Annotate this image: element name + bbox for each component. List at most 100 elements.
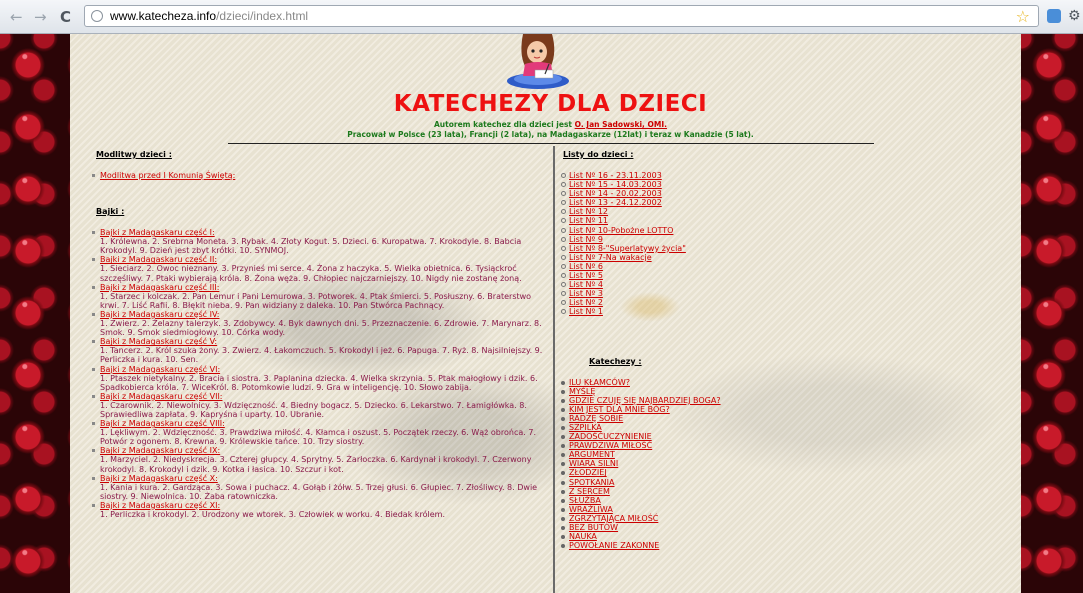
letter-link[interactable]: List Nº 2 xyxy=(569,298,603,307)
address-bar[interactable]: www.katecheza.info/dzieci/index.html ☆ xyxy=(84,5,1039,27)
tale-link[interactable]: Bajki z Madagaskaru część IX: xyxy=(100,446,220,455)
list-item: Z SERCEM xyxy=(561,487,853,496)
letter-link[interactable]: List Nº 13 - 24.12.2002 xyxy=(569,198,662,207)
tale-link[interactable]: Bajki z Madagaskaru część XI: xyxy=(100,501,220,510)
catechesis-link[interactable]: ARGUMENT xyxy=(569,450,615,459)
tale-item: Bajki z Madagaskaru część V: 1. Tancerz. … xyxy=(92,337,548,365)
tale-item: Bajki z Madagaskaru część IX: 1. Marzycie… xyxy=(92,446,548,474)
list-item: List Nº 3 xyxy=(561,289,853,298)
url-text[interactable]: www.katecheza.info/dzieci/index.html xyxy=(110,9,308,23)
tale-link[interactable]: Bajki z Madagaskaru część V: xyxy=(100,337,217,346)
author-prefix: Autorem katechez dla dzieci jest xyxy=(434,120,575,129)
list-item: List Nº 11 xyxy=(561,216,853,225)
letter-link[interactable]: List Nº 14 - 20.02.2003 xyxy=(569,189,662,198)
list-item: WRAŻLIWA xyxy=(561,505,853,514)
back-arrow-icon[interactable]: ← xyxy=(10,9,23,25)
letter-link[interactable]: List Nº 1 xyxy=(569,307,603,316)
page-viewport: KATECHEZY DLA DZIECI Autorem katechez dl… xyxy=(0,34,1083,593)
tale-contents: 1. Sieciarz. 2. Owoc nieznany. 3. Przyni… xyxy=(100,264,522,283)
letters-list: List Nº 16 - 23.11.2003 List Nº 15 - 14.… xyxy=(561,171,853,317)
letter-link[interactable]: List Nº 12 xyxy=(569,207,608,216)
catecheses-list: ILU KŁAMCÓW? MYŚLĘ GDZIE CZUJĘ SIĘ NAJBA… xyxy=(561,378,853,551)
letter-link[interactable]: List Nº 4 xyxy=(569,280,603,289)
letter-link[interactable]: List Nº 8-"Superlatywy życia" xyxy=(569,244,686,253)
catechesis-link[interactable]: SŁUŻBA xyxy=(569,496,601,505)
list-item: Modlitwa przed I Komunią Świętą: xyxy=(92,171,548,180)
tale-link[interactable]: Bajki z Madagaskaru część I: xyxy=(100,228,215,237)
list-item: List Nº 14 - 20.02.2003 xyxy=(561,189,853,198)
catechesis-link[interactable]: NAUKA xyxy=(569,532,597,541)
tale-link[interactable]: Bajki z Madagaskaru część VI: xyxy=(100,365,220,374)
list-item: List Nº 12 xyxy=(561,207,853,216)
catecheses-heading: Katechezy : xyxy=(589,356,642,366)
letter-link[interactable]: List Nº 10-Pobożne LOTTO xyxy=(569,226,673,235)
list-item: List Nº 15 - 14.03.2003 xyxy=(561,180,853,189)
list-item: POWOŁANIE ZAKONNE xyxy=(561,541,853,550)
list-item: SPOTKANIA xyxy=(561,478,853,487)
list-item: GDZIE CZUJĘ SIĘ NAJBARDZIEJ BOGA? xyxy=(561,396,853,405)
letter-link[interactable]: List Nº 9 xyxy=(569,235,603,244)
list-item: List Nº 4 xyxy=(561,280,853,289)
wrench-icon[interactable]: ⚙ xyxy=(1068,8,1081,24)
catechesis-link[interactable]: SPOTKANIA xyxy=(569,478,614,487)
prayers-list: Modlitwa przed I Komunią Świętą: xyxy=(92,171,548,180)
catechesis-link[interactable]: ILU KŁAMCÓW? xyxy=(569,378,630,387)
list-item: ILU KŁAMCÓW? xyxy=(561,378,853,387)
tale-link[interactable]: Bajki z Madagaskaru część VIII: xyxy=(100,419,225,428)
forward-arrow-icon[interactable]: → xyxy=(34,9,47,25)
list-item: MYŚLĘ xyxy=(561,387,853,396)
catechesis-link[interactable]: RADZĘ SOBIE xyxy=(569,414,623,423)
page-icon xyxy=(91,10,103,22)
cherry-background-right xyxy=(1021,34,1083,593)
letter-link[interactable]: List Nº 5 xyxy=(569,271,603,280)
tale-contents: 1. Kania i kura. 2. Gardząca. 3. Sowa i … xyxy=(100,482,538,501)
catechesis-link[interactable]: ZADOŚĆUCZYNIENIE xyxy=(569,432,652,441)
list-item: ZŁODZIEJ xyxy=(561,468,853,477)
url-path: /dzieci/index.html xyxy=(216,9,309,23)
list-item: List Nº 1 xyxy=(561,307,853,316)
letter-link[interactable]: List Nº 6 xyxy=(569,262,603,271)
author-link[interactable]: O. Jan Sadowski, OMI. xyxy=(575,120,667,129)
girl-writing-icon xyxy=(507,34,569,89)
list-item: List Nº 8-"Superlatywy życia" xyxy=(561,244,853,253)
catechesis-link[interactable]: POWOŁANIE ZAKONNE xyxy=(569,541,659,550)
tale-contents: 1. Ptaszek nietykalny. 2. Bracia i siost… xyxy=(100,373,538,392)
list-item: List Nº 13 - 24.12.2002 xyxy=(561,198,853,207)
tale-contents: 1. Starzec i kolczak. 2. Pan Lemur i Pan… xyxy=(100,291,532,310)
catechesis-link[interactable]: GDZIE CZUJĘ SIĘ NAJBARDZIEJ BOGA? xyxy=(569,396,721,405)
letter-link[interactable]: List Nº 16 - 23.11.2003 xyxy=(569,171,662,180)
author-bio: Pracował w Polsce (23 lata), Francji (2 … xyxy=(347,130,754,139)
bookmark-star-icon[interactable]: ☆ xyxy=(1016,7,1030,26)
tale-item: Bajki z Madagaskaru część X: 1. Kania i k… xyxy=(92,474,548,501)
catechesis-link[interactable]: MYŚLĘ xyxy=(569,387,595,396)
catechesis-link[interactable]: ZGRZYTAJĄCA MIŁOŚĆ xyxy=(569,514,658,523)
extension-icon[interactable] xyxy=(1047,9,1061,23)
letter-link[interactable]: List Nº 11 xyxy=(569,216,608,225)
list-item: RADZĘ SOBIE xyxy=(561,414,853,423)
tale-item: Bajki z Madagaskaru część VIII: 1. Lękliw… xyxy=(92,419,548,446)
list-item: ARGUMENT xyxy=(561,450,853,459)
reload-icon[interactable]: C xyxy=(60,9,71,25)
letter-link[interactable]: List Nº 15 - 14.03.2003 xyxy=(569,180,662,189)
tale-contents: 1. Czarownik. 2. Niewolnicy. 3. Wdzięczn… xyxy=(100,400,527,419)
letter-link[interactable]: List Nº 3 xyxy=(569,289,603,298)
catechesis-link[interactable]: Z SERCEM xyxy=(569,487,610,496)
page-header: KATECHEZY DLA DZIECI Autorem katechez dl… xyxy=(70,34,1021,146)
catechesis-link[interactable]: SZPILKA xyxy=(569,423,602,432)
catechesis-link[interactable]: WIARA SILNI xyxy=(569,459,618,468)
tale-link[interactable]: Bajki z Madagaskaru część III: xyxy=(100,283,219,292)
list-item: PRAWDZIWA MIŁOŚĆ xyxy=(561,441,853,450)
tale-link[interactable]: Bajki z Madagaskaru część X: xyxy=(100,474,218,483)
tale-link[interactable]: Bajki z Madagaskaru część VII: xyxy=(100,392,223,401)
prayer-link[interactable]: Modlitwa przed I Komunią Świętą: xyxy=(100,171,235,180)
catechesis-link[interactable]: PRAWDZIWA MIŁOŚĆ xyxy=(569,441,652,450)
tale-link[interactable]: Bajki z Madagaskaru część IV: xyxy=(100,310,220,319)
letter-link[interactable]: List Nº 7-Na wakacje xyxy=(569,253,652,262)
tale-item: Bajki z Madagaskaru część III: 1. Starzec… xyxy=(92,283,548,310)
catechesis-link[interactable]: ZŁODZIEJ xyxy=(569,468,607,477)
catechesis-link[interactable]: KIM JEST DLA MNIE BÓG? xyxy=(569,405,670,414)
catechesis-link[interactable]: WRAŻLIWA xyxy=(569,505,613,514)
tale-contents: 1. Zwierz. 2. Żelazny talerzyk. 3. Zdoby… xyxy=(100,319,542,338)
catechesis-link[interactable]: BEZ BUTÓW xyxy=(569,523,618,532)
tale-contents: 1. Tancerz. 2. Król szuka żony. 3. Zwier… xyxy=(100,346,543,365)
